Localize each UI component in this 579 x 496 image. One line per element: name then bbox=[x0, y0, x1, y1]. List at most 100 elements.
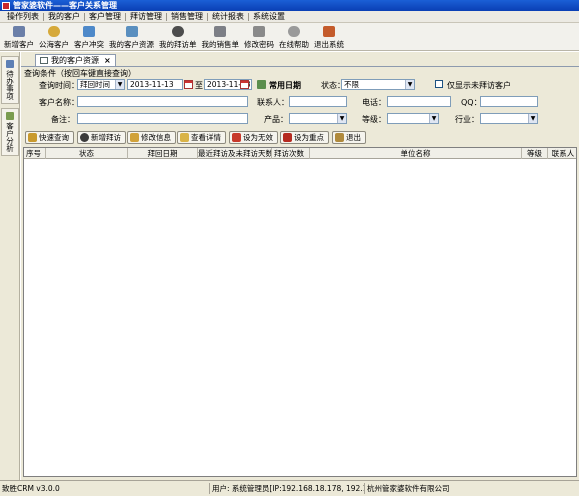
date-from-input[interactable]: 2013-11-13 bbox=[127, 79, 183, 90]
customer-name-input[interactable] bbox=[77, 96, 248, 107]
edit-info-icon bbox=[130, 133, 139, 142]
sidebar-tab-todo[interactable]: 待办事项 bbox=[1, 56, 19, 104]
chevron-down-icon: ▼ bbox=[429, 114, 438, 123]
document-icon bbox=[40, 57, 48, 64]
add-customer-button[interactable]: 新增客户 bbox=[2, 23, 36, 50]
tab-content: 查询条件（按回车键直接查询） 查询时间： 拜回时间 ▼ 2013-11-13 至 … bbox=[21, 66, 579, 480]
date-separator: 至 bbox=[195, 81, 203, 90]
industry-select[interactable]: ▼ bbox=[480, 113, 538, 124]
status-bar: 致胜CRM v3.0.0 用户: 系统管理员[IP:192.168.18.178… bbox=[0, 480, 579, 496]
column-header-visit-count[interactable]: 拜访次数 bbox=[272, 148, 310, 159]
customer-name-label: 客户名称： bbox=[39, 98, 79, 107]
change-password-button[interactable]: 修改密码 bbox=[242, 23, 276, 50]
app-logo-icon bbox=[2, 1, 10, 10]
button-label: 快速查询 bbox=[39, 133, 69, 142]
menu-item-operations[interactable]: 操作列表 bbox=[3, 11, 43, 22]
column-header-days[interactable]: 最近拜访及未拜访天数 bbox=[198, 148, 272, 159]
public-customer-button[interactable]: 公海客户 bbox=[37, 23, 71, 50]
exit-icon bbox=[335, 133, 344, 142]
sidebar-tab-label: 客户分析 bbox=[5, 122, 15, 152]
menu-item-my-customers[interactable]: 我的客户 bbox=[44, 11, 84, 22]
chevron-down-icon: ▼ bbox=[337, 114, 346, 123]
chevron-down-icon: ▼ bbox=[115, 80, 124, 89]
my-sales-button[interactable]: 我的销售单 bbox=[200, 23, 242, 50]
level-label: 等级： bbox=[362, 115, 386, 124]
customer-resource-icon bbox=[125, 26, 138, 37]
new-visit-button[interactable]: 新增拜访 bbox=[77, 131, 126, 144]
calendar-icon[interactable] bbox=[240, 80, 249, 89]
menu-item-sales-management[interactable]: 销售管理 bbox=[167, 11, 207, 22]
online-help-button[interactable]: 在线帮助 bbox=[277, 23, 311, 50]
menu-item-settings[interactable]: 系统设置 bbox=[249, 11, 289, 22]
exit-icon bbox=[323, 26, 335, 37]
grid-header: 序号 状态 拜回日期 最近拜访及未拜访天数 拜访次数 单位名称 等级 联系人 bbox=[24, 148, 576, 159]
sidebar-tab-label: 待办事项 bbox=[5, 70, 15, 100]
button-label: 设为重点 bbox=[294, 133, 324, 142]
sales-icon bbox=[214, 26, 227, 37]
product-select[interactable]: ▼ bbox=[289, 113, 347, 124]
company-text: 杭州管家婆软件有限公司 bbox=[367, 484, 450, 493]
only-unvisited-checkbox[interactable] bbox=[435, 80, 443, 88]
calendar-icon[interactable] bbox=[184, 80, 193, 89]
column-header-contact[interactable]: 联系人 bbox=[548, 148, 576, 159]
level-select[interactable]: ▼ bbox=[387, 113, 439, 124]
analysis-icon bbox=[6, 112, 14, 120]
edit-info-button[interactable]: 修改信息 bbox=[127, 131, 176, 144]
column-header-visit-date[interactable]: 拜回日期 bbox=[128, 148, 198, 159]
query-time-label: 查询时间： bbox=[39, 81, 79, 90]
menu-item-customer-management[interactable]: 客户管理 bbox=[85, 11, 125, 22]
status-select[interactable]: 不限 ▼ bbox=[341, 79, 415, 90]
title-bar: 管家婆软件——客户关系管理 bbox=[0, 0, 579, 11]
button-label: 退出 bbox=[346, 133, 361, 142]
set-invalid-button[interactable]: 设为无效 bbox=[229, 131, 278, 144]
button-label: 修改信息 bbox=[141, 133, 171, 142]
help-icon bbox=[288, 26, 300, 37]
view-detail-button[interactable]: 查看详情 bbox=[177, 131, 226, 144]
note-input[interactable] bbox=[77, 113, 248, 124]
version-text: 致胜CRM v3.0.0 bbox=[0, 483, 210, 494]
customer-grid[interactable]: 序号 状态 拜回日期 最近拜访及未拜访天数 拜访次数 单位名称 等级 联系人 bbox=[23, 147, 577, 477]
my-visits-button[interactable]: 我的拜访单 bbox=[157, 23, 199, 50]
quick-search-icon bbox=[28, 133, 37, 142]
toolbar: 新增客户 公海客户 客户冲突 我的客户资源 我的拜访单 我的销售单 修改密码 在… bbox=[0, 23, 579, 51]
close-tab-icon[interactable]: × bbox=[104, 56, 111, 65]
menu-item-reports[interactable]: 统计报表 bbox=[208, 11, 248, 22]
phone-label: 电话： bbox=[362, 98, 386, 107]
phone-input[interactable] bbox=[387, 96, 451, 107]
common-date-icon[interactable] bbox=[257, 80, 266, 89]
tab-label: 我的客户资源 bbox=[51, 56, 99, 65]
customer-conflict-button[interactable]: 客户冲突 bbox=[72, 23, 106, 50]
left-sidebar: 待办事项 客户分析 bbox=[0, 52, 20, 480]
tab-my-customer-resources[interactable]: 我的客户资源 × bbox=[35, 54, 116, 66]
contact-input[interactable] bbox=[289, 96, 347, 107]
chevron-down-icon: ▼ bbox=[405, 80, 414, 89]
common-date-button[interactable]: 常用日期 bbox=[269, 80, 301, 91]
query-time-select[interactable]: 拜回时间 ▼ bbox=[77, 79, 125, 90]
column-header-company-name[interactable]: 单位名称 bbox=[310, 148, 522, 159]
chevron-down-icon: ▼ bbox=[528, 114, 537, 123]
column-header-index[interactable]: 序号 bbox=[24, 148, 46, 159]
sidebar-tab-analysis[interactable]: 客户分析 bbox=[1, 108, 19, 156]
quick-search-button[interactable]: 快速查询 bbox=[25, 131, 74, 144]
set-key-icon bbox=[283, 133, 292, 142]
todo-icon bbox=[6, 60, 14, 68]
main-area: 我的客户资源 × 查询条件（按回车键直接查询） 查询时间： 拜回时间 ▼ 2013… bbox=[21, 52, 579, 480]
menu-item-visit-management[interactable]: 拜访管理 bbox=[126, 11, 166, 22]
conflict-icon bbox=[83, 26, 95, 37]
password-icon bbox=[253, 26, 265, 37]
column-header-level[interactable]: 等级 bbox=[522, 148, 548, 159]
qq-input[interactable] bbox=[480, 96, 538, 107]
button-label: 查看详情 bbox=[191, 133, 221, 142]
visit-icon bbox=[171, 26, 184, 37]
exit-system-button[interactable]: 退出系统 bbox=[312, 23, 346, 50]
button-label: 新增拜访 bbox=[91, 133, 121, 142]
set-key-button[interactable]: 设为重点 bbox=[280, 131, 329, 144]
column-header-status[interactable]: 状态 bbox=[46, 148, 128, 159]
add-customer-icon bbox=[13, 26, 25, 37]
industry-label: 行业： bbox=[455, 115, 479, 124]
only-unvisited-label: 仅显示未拜访客户 bbox=[447, 81, 511, 90]
user-info-text: 用户: 系统管理员[IP:192.168.18.178, 192.168.1. bbox=[210, 483, 365, 494]
customer-resource-button[interactable]: 我的客户资源 bbox=[107, 23, 156, 50]
menu-bar: 操作列表 我的客户 客户管理 拜访管理 销售管理 统计报表 系统设置 bbox=[0, 11, 579, 23]
exit-button[interactable]: 退出 bbox=[332, 131, 366, 144]
